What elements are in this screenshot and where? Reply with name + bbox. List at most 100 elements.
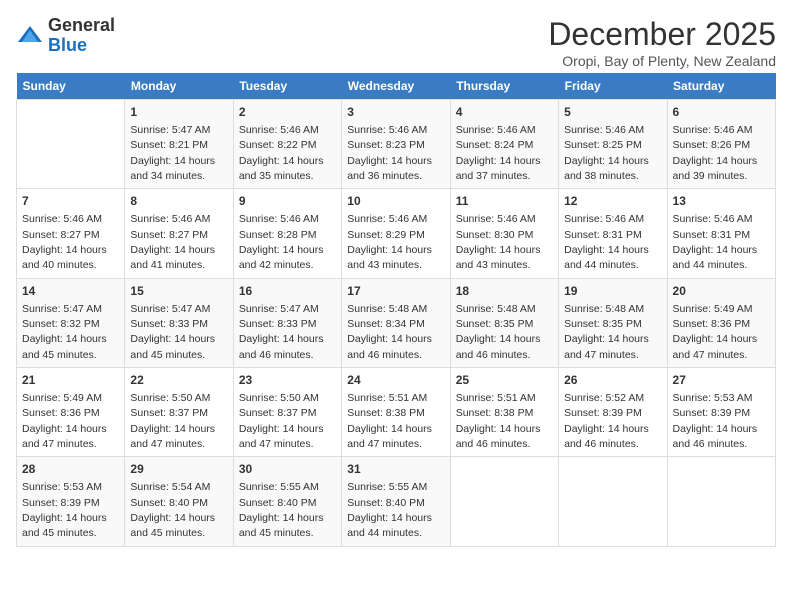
day-info: Sunrise: 5:46 AMSunset: 8:28 PMDaylight:… (239, 213, 324, 271)
day-cell: 3 Sunrise: 5:46 AMSunset: 8:23 PMDaylight… (342, 100, 450, 189)
day-info: Sunrise: 5:49 AMSunset: 8:36 PMDaylight:… (22, 392, 107, 450)
day-number: 15 (130, 283, 227, 300)
day-cell (559, 457, 667, 546)
day-cell: 7 Sunrise: 5:46 AMSunset: 8:27 PMDaylight… (17, 189, 125, 278)
column-header-friday: Friday (559, 73, 667, 100)
title-block: December 2025 Oropi, Bay of Plenty, New … (548, 16, 776, 69)
day-number: 11 (456, 193, 553, 210)
day-info: Sunrise: 5:50 AMSunset: 8:37 PMDaylight:… (239, 392, 324, 450)
column-header-thursday: Thursday (450, 73, 558, 100)
day-number: 2 (239, 104, 336, 121)
week-row-1: 1Sunrise: 5:47 AMSunset: 8:21 PMDaylight… (17, 100, 776, 189)
day-info: Sunrise: 5:47 AMSunset: 8:33 PMDaylight:… (130, 303, 215, 361)
day-number: 19 (564, 283, 661, 300)
day-info: Sunrise: 5:48 AMSunset: 8:35 PMDaylight:… (564, 303, 649, 361)
day-cell: 5 Sunrise: 5:46 AMSunset: 8:25 PMDaylight… (559, 100, 667, 189)
day-cell: 21 Sunrise: 5:49 AMSunset: 8:36 PMDayligh… (17, 368, 125, 457)
logo: General Blue (16, 16, 115, 56)
day-info: Sunrise: 5:47 AMSunset: 8:21 PMDaylight:… (130, 124, 215, 182)
week-row-3: 14Sunrise: 5:47 AMSunset: 8:32 PMDayligh… (17, 278, 776, 367)
day-number: 7 (22, 193, 119, 210)
column-header-monday: Monday (125, 73, 233, 100)
day-cell: 4Sunrise: 5:46 AMSunset: 8:24 PMDaylight… (450, 100, 558, 189)
day-number: 29 (130, 461, 227, 478)
day-info: Sunrise: 5:46 AMSunset: 8:23 PMDaylight:… (347, 124, 432, 182)
day-info: Sunrise: 5:51 AMSunset: 8:38 PMDaylight:… (456, 392, 541, 450)
column-header-wednesday: Wednesday (342, 73, 450, 100)
day-info: Sunrise: 5:48 AMSunset: 8:34 PMDaylight:… (347, 303, 432, 361)
day-cell: 9Sunrise: 5:46 AMSunset: 8:28 PMDaylight… (233, 189, 341, 278)
day-number: 13 (673, 193, 770, 210)
day-info: Sunrise: 5:46 AMSunset: 8:22 PMDaylight:… (239, 124, 324, 182)
day-cell: 30 Sunrise: 5:55 AMSunset: 8:40 PMDayligh… (233, 457, 341, 546)
day-cell: 31Sunrise: 5:55 AMSunset: 8:40 PMDayligh… (342, 457, 450, 546)
day-info: Sunrise: 5:46 AMSunset: 8:24 PMDaylight:… (456, 124, 541, 182)
day-info: Sunrise: 5:47 AMSunset: 8:33 PMDaylight:… (239, 303, 324, 361)
day-cell (667, 457, 775, 546)
day-info: Sunrise: 5:46 AMSunset: 8:25 PMDaylight:… (564, 124, 649, 182)
day-number: 6 (673, 104, 770, 121)
day-cell: 19 Sunrise: 5:48 AMSunset: 8:35 PMDayligh… (559, 278, 667, 367)
day-cell: 15 Sunrise: 5:47 AMSunset: 8:33 PMDayligh… (125, 278, 233, 367)
day-cell: 24 Sunrise: 5:51 AMSunset: 8:38 PMDayligh… (342, 368, 450, 457)
calendar-table: SundayMondayTuesdayWednesdayThursdayFrid… (16, 73, 776, 547)
month-title: December 2025 (548, 16, 776, 53)
day-number: 24 (347, 372, 444, 389)
day-info: Sunrise: 5:47 AMSunset: 8:32 PMDaylight:… (22, 303, 107, 361)
day-cell: 26 Sunrise: 5:52 AMSunset: 8:39 PMDayligh… (559, 368, 667, 457)
column-header-sunday: Sunday (17, 73, 125, 100)
day-cell: 28Sunrise: 5:53 AMSunset: 8:39 PMDayligh… (17, 457, 125, 546)
week-row-5: 28Sunrise: 5:53 AMSunset: 8:39 PMDayligh… (17, 457, 776, 546)
day-info: Sunrise: 5:50 AMSunset: 8:37 PMDaylight:… (130, 392, 215, 450)
column-header-saturday: Saturday (667, 73, 775, 100)
day-info: Sunrise: 5:49 AMSunset: 8:36 PMDaylight:… (673, 303, 758, 361)
day-cell: 12 Sunrise: 5:46 AMSunset: 8:31 PMDayligh… (559, 189, 667, 278)
day-info: Sunrise: 5:54 AMSunset: 8:40 PMDaylight:… (130, 481, 215, 539)
day-cell: 17 Sunrise: 5:48 AMSunset: 8:34 PMDayligh… (342, 278, 450, 367)
day-number: 3 (347, 104, 444, 121)
day-number: 12 (564, 193, 661, 210)
day-info: Sunrise: 5:53 AMSunset: 8:39 PMDaylight:… (673, 392, 758, 450)
page-header: General Blue December 2025 Oropi, Bay of… (16, 16, 776, 69)
day-info: Sunrise: 5:46 AMSunset: 8:31 PMDaylight:… (673, 213, 758, 271)
day-number: 27 (673, 372, 770, 389)
day-info: Sunrise: 5:55 AMSunset: 8:40 PMDaylight:… (239, 481, 324, 539)
column-header-tuesday: Tuesday (233, 73, 341, 100)
day-cell: 29 Sunrise: 5:54 AMSunset: 8:40 PMDayligh… (125, 457, 233, 546)
day-cell: 2 Sunrise: 5:46 AMSunset: 8:22 PMDaylight… (233, 100, 341, 189)
day-cell: 1Sunrise: 5:47 AMSunset: 8:21 PMDaylight… (125, 100, 233, 189)
day-info: Sunrise: 5:46 AMSunset: 8:26 PMDaylight:… (673, 124, 758, 182)
day-info: Sunrise: 5:55 AMSunset: 8:40 PMDaylight:… (347, 481, 432, 539)
day-info: Sunrise: 5:53 AMSunset: 8:39 PMDaylight:… (22, 481, 107, 539)
day-info: Sunrise: 5:52 AMSunset: 8:39 PMDaylight:… (564, 392, 649, 450)
day-info: Sunrise: 5:46 AMSunset: 8:31 PMDaylight:… (564, 213, 649, 271)
day-info: Sunrise: 5:48 AMSunset: 8:35 PMDaylight:… (456, 303, 541, 361)
day-cell (17, 100, 125, 189)
header-row: SundayMondayTuesdayWednesdayThursdayFrid… (17, 73, 776, 100)
day-number: 5 (564, 104, 661, 121)
day-cell: 10Sunrise: 5:46 AMSunset: 8:29 PMDayligh… (342, 189, 450, 278)
day-number: 16 (239, 283, 336, 300)
day-number: 21 (22, 372, 119, 389)
day-cell: 13 Sunrise: 5:46 AMSunset: 8:31 PMDayligh… (667, 189, 775, 278)
day-info: Sunrise: 5:46 AMSunset: 8:27 PMDaylight:… (130, 213, 215, 271)
day-cell: 22Sunrise: 5:50 AMSunset: 8:37 PMDayligh… (125, 368, 233, 457)
day-info: Sunrise: 5:51 AMSunset: 8:38 PMDaylight:… (347, 392, 432, 450)
day-number: 30 (239, 461, 336, 478)
day-cell: 20 Sunrise: 5:49 AMSunset: 8:36 PMDayligh… (667, 278, 775, 367)
logo-icon (16, 22, 44, 50)
day-number: 8 (130, 193, 227, 210)
day-number: 10 (347, 193, 444, 210)
location-subtitle: Oropi, Bay of Plenty, New Zealand (548, 53, 776, 69)
day-info: Sunrise: 5:46 AMSunset: 8:27 PMDaylight:… (22, 213, 107, 271)
day-cell: 23 Sunrise: 5:50 AMSunset: 8:37 PMDayligh… (233, 368, 341, 457)
day-number: 23 (239, 372, 336, 389)
day-number: 17 (347, 283, 444, 300)
day-cell: 18 Sunrise: 5:48 AMSunset: 8:35 PMDayligh… (450, 278, 558, 367)
day-number: 26 (564, 372, 661, 389)
day-cell (450, 457, 558, 546)
day-number: 18 (456, 283, 553, 300)
day-number: 20 (673, 283, 770, 300)
day-number: 25 (456, 372, 553, 389)
week-row-2: 7 Sunrise: 5:46 AMSunset: 8:27 PMDaylight… (17, 189, 776, 278)
